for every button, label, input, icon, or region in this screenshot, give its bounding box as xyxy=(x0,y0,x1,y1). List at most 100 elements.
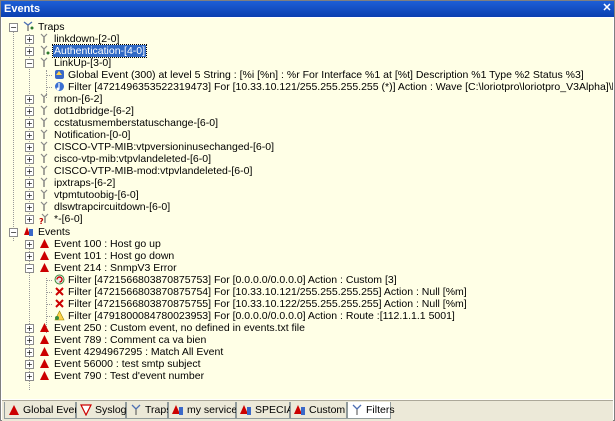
trap-icon xyxy=(40,57,48,67)
tab-my-service-1[interactable]: my service 1 xyxy=(168,402,246,419)
expand-icon[interactable]: + xyxy=(25,95,34,104)
tree-label: Filter [4721566803870875755] For [10.33.… xyxy=(68,298,467,310)
tree-node-traps[interactable]: − Traps xyxy=(2,21,602,33)
tree-label: Traps xyxy=(38,21,65,33)
tree-node-event[interactable]: + Event 56000 : test smtp subject xyxy=(2,358,602,370)
tree-node-event[interactable]: + Event 250 : Custom event, no defined i… xyxy=(2,322,602,334)
tree-node-event[interactable]: + Event 100 : Host go up xyxy=(2,238,602,250)
alert-triangle-icon xyxy=(40,263,49,272)
null-filter-icon xyxy=(55,287,64,296)
tab-filters[interactable]: Filters xyxy=(347,402,395,419)
expand-icon[interactable]: + xyxy=(25,119,34,128)
tree-node-trap[interactable]: + vtpmtutoobig-[6-0] xyxy=(2,189,602,201)
tree-label: Notification-[0-0] xyxy=(54,129,131,141)
tree-node-trap[interactable]: + linkdown-[2-0] xyxy=(2,33,602,45)
expand-icon[interactable]: + xyxy=(25,360,34,369)
event-service-icon xyxy=(172,405,183,415)
collapse-icon[interactable]: − xyxy=(9,228,18,237)
tree-node-trap[interactable]: − LinkUp-[3-0] xyxy=(2,57,602,69)
tree-label: Event 214 : SnmpV3 Error xyxy=(54,262,177,274)
tree-node-trap[interactable]: + Authentication-[4-0] xyxy=(2,44,602,58)
tree-node-event[interactable]: − Event 214 : SnmpV3 Error xyxy=(2,262,602,274)
tree-label: vtpmtutoobig-[6-0] xyxy=(54,189,139,201)
trap-icon xyxy=(40,33,48,43)
tab-syslogs[interactable]: Syslogs xyxy=(76,402,132,419)
tree-node-filter[interactable]: Filter [4721566803870875754] For [10.33.… xyxy=(2,286,602,298)
tree-node-trap[interactable]: + CISCO-VTP-MIB:vtpversioninusechanged-[… xyxy=(2,141,602,153)
expand-icon[interactable]: + xyxy=(25,252,34,261)
collapse-icon[interactable]: − xyxy=(25,59,34,68)
tree-node-filter[interactable]: Filter [4721496353522319473] For [10.33.… xyxy=(2,81,613,93)
tree-label: Event 250 : Custom event, no defined in … xyxy=(54,322,305,334)
expand-icon[interactable]: + xyxy=(25,107,34,116)
expand-icon[interactable]: + xyxy=(25,167,34,176)
tree-node-trap[interactable]: + ipxtraps-[6-2] xyxy=(2,177,602,189)
close-icon[interactable]: ✕ xyxy=(602,3,612,14)
alert-triangle-icon xyxy=(40,335,49,344)
tree-label: rmon-[6-2] xyxy=(54,93,103,105)
tree-label: Event 100 : Host go up xyxy=(54,238,161,250)
null-filter-icon xyxy=(55,299,64,308)
alert-triangle-icon xyxy=(40,251,49,260)
tree-node-event[interactable]: + Event 4294967295 : Match All Event xyxy=(2,346,602,358)
expand-icon[interactable]: + xyxy=(25,143,34,152)
expand-icon[interactable]: + xyxy=(25,372,34,381)
funnel-icon xyxy=(80,404,92,416)
tree-node-trap[interactable]: + ? *-[6-0] xyxy=(2,213,602,225)
tree-node-trap[interactable]: + ccstatusmemberstatuschange-[6-0] xyxy=(2,117,602,129)
filter-icon xyxy=(352,404,362,415)
trap-icon xyxy=(40,105,48,115)
trap-icon xyxy=(40,201,48,211)
tree-node-filter[interactable]: Filter [4721566803870875755] For [10.33.… xyxy=(2,298,602,310)
alert-triangle-icon xyxy=(40,359,49,368)
tree-node-event[interactable]: + Event 789 : Comment ca va bien xyxy=(2,334,602,346)
expand-icon[interactable]: + xyxy=(25,179,34,188)
expand-icon[interactable]: + xyxy=(25,35,34,44)
tree-node-event[interactable]: + Event 101 : Host go down xyxy=(2,250,602,262)
alert-triangle-icon xyxy=(9,405,19,415)
expand-icon[interactable]: + xyxy=(25,336,34,345)
tree-node-trap[interactable]: + cisco-vtp-mib:vtpvlandeleted-[6-0] xyxy=(2,153,602,165)
tree-label: Filter [4791800084780023953] For [0.0.0.… xyxy=(68,310,455,322)
tree-label: dlswtrapcircuitdown-[6-0] xyxy=(54,201,171,213)
trap-icon xyxy=(40,45,50,55)
tab-traps[interactable]: Traps xyxy=(126,402,171,419)
tree-node-trap[interactable]: + CISCO-VTP-MIB-mod:vtpvlandeleted-[6-0] xyxy=(2,165,602,177)
expand-icon[interactable]: + xyxy=(25,240,34,249)
expand-icon[interactable]: + xyxy=(25,324,34,333)
expand-icon[interactable]: + xyxy=(25,155,34,164)
collapse-icon[interactable]: − xyxy=(9,23,18,32)
tree-label: Filter [4721566803870875754] For [10.33.… xyxy=(68,286,467,298)
tree-node-global-event[interactable]: Global Event (300) at level 5 String : [… xyxy=(2,69,612,81)
global-event-icon xyxy=(55,70,64,79)
tree-node-events[interactable]: − Events xyxy=(2,226,602,238)
trap-icon xyxy=(40,141,48,151)
tree-node-event[interactable]: + Event 790 : Test d'event number xyxy=(2,370,602,382)
tab-special[interactable]: SPECIAL xyxy=(236,402,299,419)
unknown-trap-icon: ? xyxy=(39,213,49,224)
tab-custom-3[interactable]: Custom 3 xyxy=(290,402,354,419)
collapse-icon[interactable]: − xyxy=(25,264,34,273)
tree-node-filter[interactable]: Filter [4791800084780023953] For [0.0.0.… xyxy=(2,310,602,322)
expand-icon[interactable]: + xyxy=(25,191,34,200)
tree-node-filter[interactable]: Filter [4721566803870875753] For [0.0.0.… xyxy=(2,274,602,286)
expand-icon[interactable]: + xyxy=(25,348,34,357)
tree-label: ipxtraps-[6-2] xyxy=(54,177,116,189)
tree-label: Event 56000 : test smtp subject xyxy=(54,358,201,370)
expand-icon[interactable]: + xyxy=(25,47,34,56)
expand-icon[interactable]: + xyxy=(25,131,34,140)
tab-global-events[interactable]: Global Events xyxy=(4,402,88,419)
tree-node-trap[interactable]: + Notification-[0-0] xyxy=(2,129,602,141)
route-filter-icon xyxy=(54,310,65,321)
events-folder-icon xyxy=(24,227,33,236)
expand-icon[interactable]: + xyxy=(25,215,34,224)
trap-icon xyxy=(40,153,48,163)
tree-node-trap[interactable]: + rmon-[6-2] xyxy=(2,93,602,105)
tree-node-trap[interactable]: + dlswtrapcircuitdown-[6-0] xyxy=(2,201,602,213)
expand-icon[interactable]: + xyxy=(25,203,34,212)
events-tree[interactable]: − Traps + linkdown-[2-0] + Authenticatio… xyxy=(2,18,613,399)
tree-node-trap[interactable]: + dot1dbridge-[6-2] xyxy=(2,105,602,117)
alert-triangle-icon xyxy=(40,371,49,380)
svg-text:?: ? xyxy=(39,217,44,224)
tree-label: CISCO-VTP-MIB:vtpversioninusechanged-[6-… xyxy=(54,141,275,153)
